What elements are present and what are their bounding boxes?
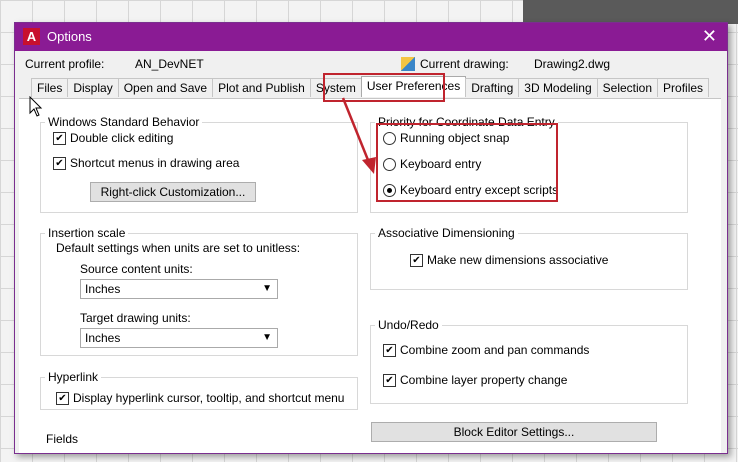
mouse-cursor-icon — [29, 96, 43, 117]
annotation-arrow — [341, 97, 376, 174]
